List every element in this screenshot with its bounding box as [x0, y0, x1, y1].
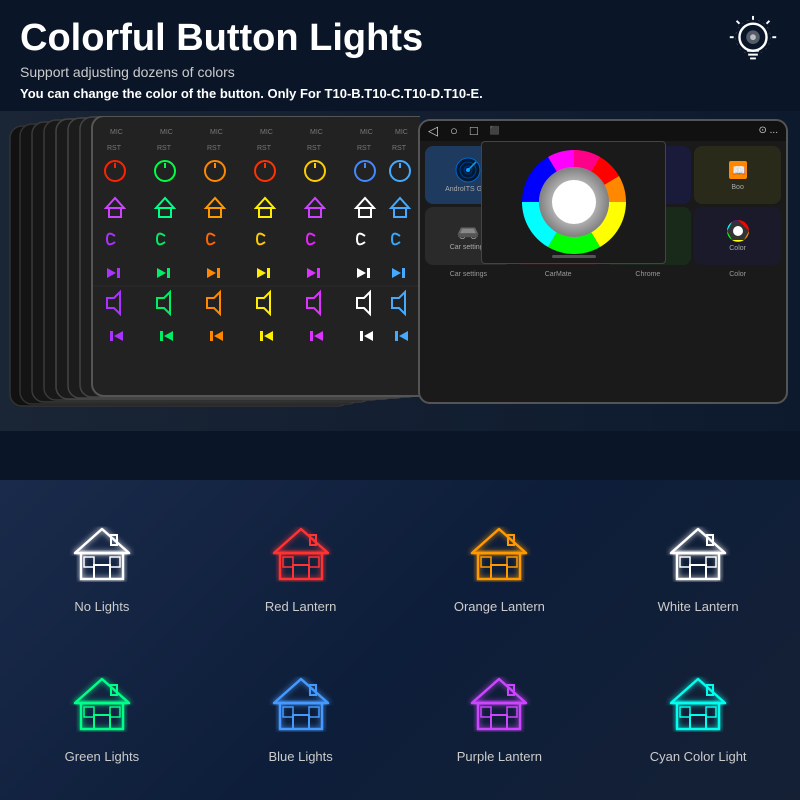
app-label-8: Color — [729, 245, 746, 252]
light-option-red-lantern[interactable]: Red Lantern — [204, 495, 398, 640]
cyan-color-light-icon — [663, 671, 733, 741]
app-boo[interactable]: 📖 Boo — [694, 146, 781, 204]
device-area: MIC MIC MIC MIC MIC MIC MIC RST RST RST … — [0, 111, 800, 431]
svg-text:RST: RST — [392, 145, 407, 152]
light-option-orange-lantern[interactable]: Orange Lantern — [403, 495, 597, 640]
purple-lantern-label: Purple Lantern — [457, 749, 542, 764]
bulb-icon — [724, 14, 782, 72]
light-option-white-lantern[interactable]: White Lantern — [601, 495, 795, 640]
svg-text:📖: 📖 — [732, 165, 746, 177]
svg-text:MIC: MIC — [260, 129, 273, 136]
stacked-tablets: MIC MIC MIC MIC MIC MIC MIC RST RST RST … — [0, 116, 420, 421]
no-lights-icon — [67, 521, 137, 591]
blue-lights-icon — [266, 671, 336, 741]
svg-text:MIC: MIC — [395, 129, 408, 136]
red-lantern-label: Red Lantern — [265, 599, 337, 614]
svg-text:RST: RST — [257, 145, 272, 152]
svg-text:MIC: MIC — [110, 129, 123, 136]
white-lantern-icon — [663, 521, 733, 591]
svg-text:RST: RST — [357, 145, 372, 152]
white-lantern-label: White Lantern — [658, 599, 739, 614]
light-option-blue-lights[interactable]: Blue Lights — [204, 645, 398, 790]
tablets-stack: MIC MIC MIC MIC MIC MIC MIC RST RST RST … — [0, 116, 420, 421]
svg-text:RST: RST — [307, 145, 322, 152]
dot-nav[interactable]: ⬛ — [490, 126, 500, 139]
recent-nav[interactable]: □ — [470, 123, 478, 139]
main-device-screen: ◁ ○ □ ⬛ ⊙ ... AndroITS GP... — [418, 119, 788, 404]
nav-bar: ◁ ○ □ ⬛ — [428, 123, 500, 139]
header-section: Colorful Button Lights Support adjusting… — [0, 0, 800, 111]
svg-text:RST: RST — [107, 145, 122, 152]
green-lights-label: Green Lights — [65, 749, 139, 764]
app-label-4: Boo — [731, 184, 743, 191]
back-nav[interactable]: ◁ — [428, 123, 438, 139]
orange-lantern-label: Orange Lantern — [454, 599, 545, 614]
purple-lantern-icon — [464, 671, 534, 741]
svg-text:RST: RST — [157, 145, 172, 152]
blue-lights-label: Blue Lights — [268, 749, 332, 764]
orange-lantern-icon — [464, 521, 534, 591]
red-lantern-icon — [266, 521, 336, 591]
svg-text:MIC: MIC — [210, 129, 223, 136]
svg-text:RST: RST — [207, 145, 222, 152]
page-note: You can change the color of the button. … — [20, 86, 780, 101]
app-color[interactable]: Color — [694, 207, 781, 265]
light-option-green-lights[interactable]: Green Lights — [5, 645, 199, 790]
light-option-no-lights[interactable]: No Lights — [5, 495, 199, 640]
status-icons: ⊙ ... — [759, 125, 779, 136]
lights-section: No Lights Red Lantern — [0, 480, 800, 800]
light-option-purple-lantern[interactable]: Purple Lantern — [403, 645, 597, 790]
green-lights-icon — [67, 671, 137, 741]
page-subtitle: Support adjusting dozens of colors — [20, 64, 780, 80]
svg-text:MIC: MIC — [160, 129, 173, 136]
page-title: Colorful Button Lights — [20, 18, 780, 60]
color-wheel-overlay[interactable] — [481, 141, 666, 264]
light-option-cyan-color-light[interactable]: Cyan Color Light — [601, 645, 795, 790]
no-lights-label: No Lights — [74, 599, 129, 614]
home-nav[interactable]: ○ — [450, 123, 458, 139]
svg-text:MIC: MIC — [360, 129, 373, 136]
cyan-color-light-label: Cyan Color Light — [650, 749, 747, 764]
svg-text:MIC: MIC — [310, 129, 323, 136]
